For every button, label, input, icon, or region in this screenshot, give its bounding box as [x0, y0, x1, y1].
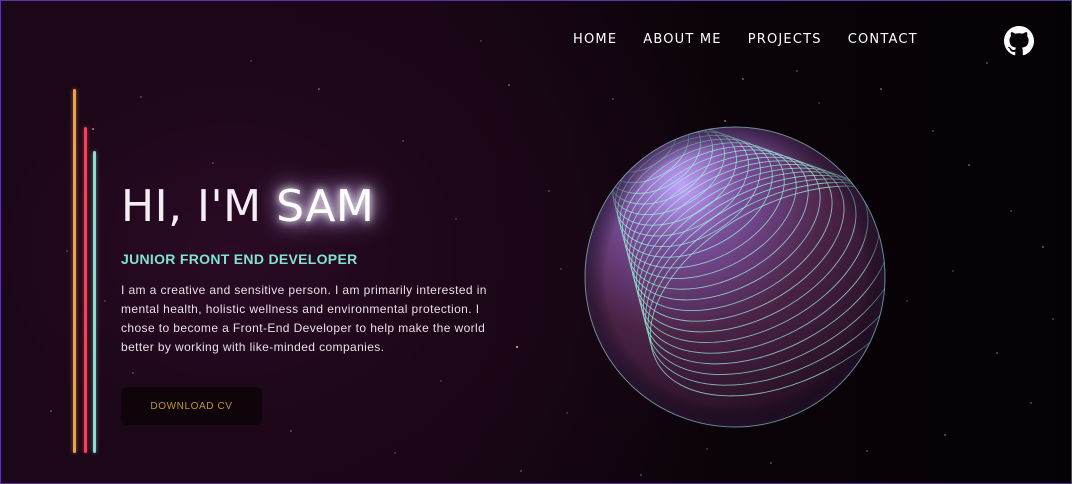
nav-projects-link[interactable]: PROJECTS: [748, 32, 822, 47]
decorative-red-line: [84, 127, 87, 453]
hero-bio: I am a creative and sensitive person. I …: [121, 283, 487, 354]
main-nav: HOME ABOUT ME PROJECTS CONTACT: [573, 32, 918, 47]
nav-home-link[interactable]: HOME: [573, 32, 617, 47]
hero-subtitle: JUNIOR FRONT END DEVELOPER: [121, 251, 358, 267]
hero-name: SAM: [276, 181, 375, 232]
landing-page: HOME ABOUT ME PROJECTS CONTACT HI, I'M S…: [0, 0, 1072, 484]
nav-contact-link[interactable]: CONTACT: [848, 32, 918, 47]
nav-about-me-link[interactable]: ABOUT ME: [643, 32, 721, 47]
decorative-teal-line: [93, 151, 96, 453]
github-icon[interactable]: [1004, 26, 1034, 56]
striped-planet-illustration: [584, 126, 886, 428]
download-cv-button[interactable]: DOWNLOAD CV: [121, 387, 262, 425]
hero-title: HI, I'M SAM: [121, 181, 374, 232]
decorative-orange-line: [73, 89, 76, 453]
hero-greeting: HI, I'M: [121, 181, 262, 232]
